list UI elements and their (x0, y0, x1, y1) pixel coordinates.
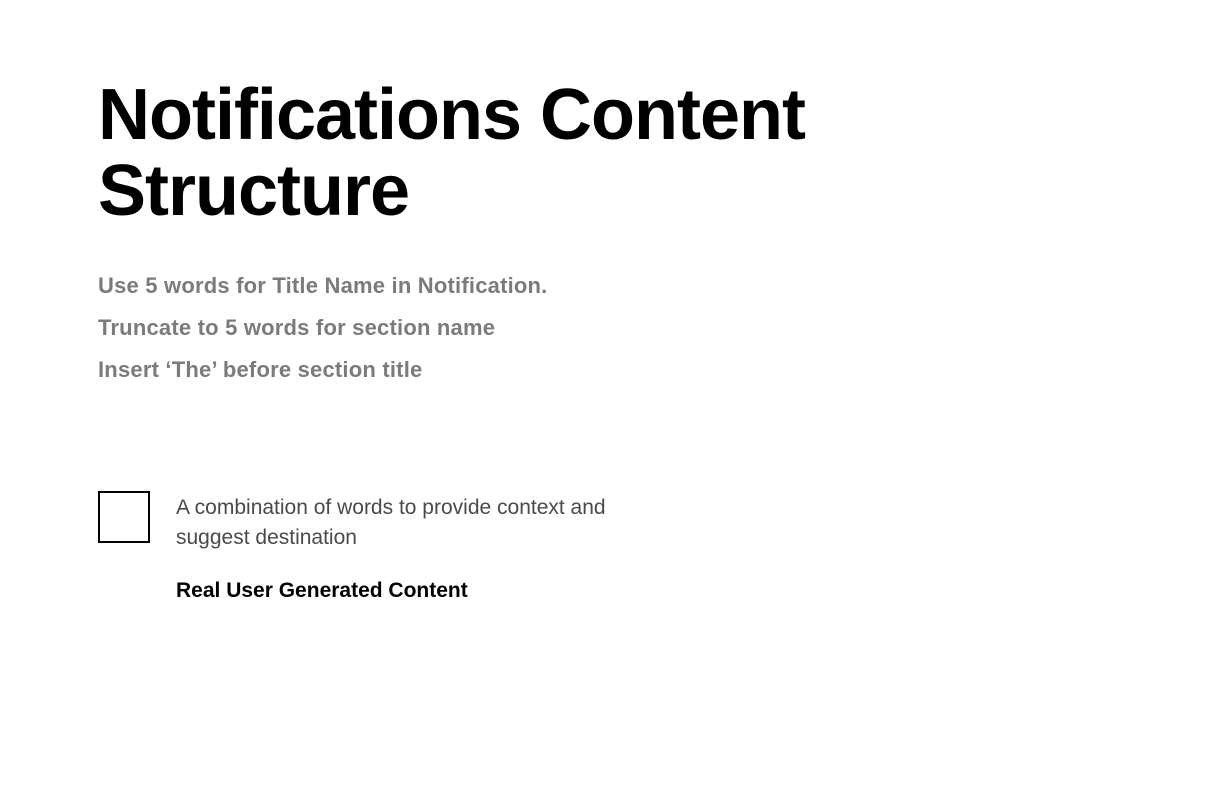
document-container: Notifications Content Structure Use 5 wo… (0, 0, 1225, 603)
ugc-label: Real User Generated Content (176, 579, 636, 603)
example-row: A combination of words to provide contex… (98, 491, 1225, 604)
guideline-item: Insert ‘The’ before section title (98, 349, 1225, 391)
example-content: A combination of words to provide contex… (176, 491, 636, 604)
guideline-item: Use 5 words for Title Name in Notificati… (98, 265, 1225, 307)
context-description: A combination of words to provide contex… (176, 493, 636, 554)
guidelines-list: Use 5 words for Title Name in Notificati… (98, 265, 1225, 390)
guideline-item: Truncate to 5 words for section name (98, 307, 1225, 349)
placeholder-icon (98, 491, 150, 543)
page-title: Notifications Content Structure (98, 78, 998, 229)
